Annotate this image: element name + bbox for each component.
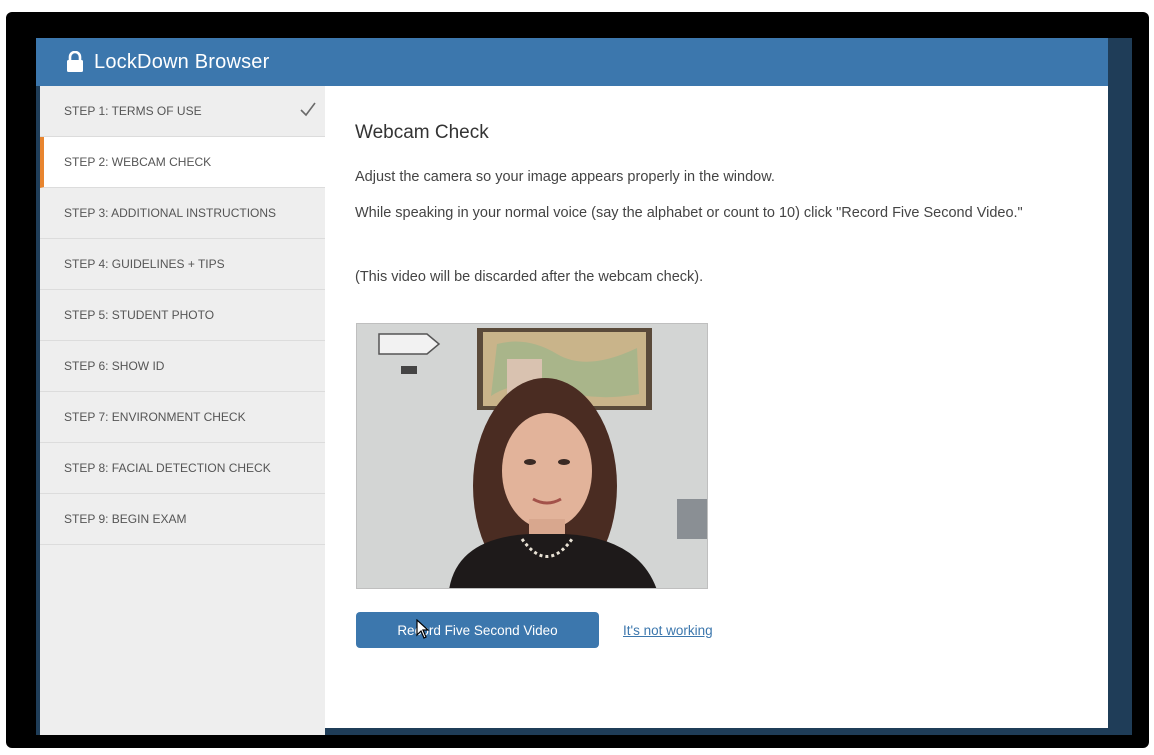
main-content: Webcam Check Adjust the camera so your i… xyxy=(325,86,1108,728)
step-label: STEP 7: ENVIRONMENT CHECK xyxy=(64,410,246,424)
sidebar-item-guidelines-tips[interactable]: STEP 4: GUIDELINES + TIPS xyxy=(40,239,325,290)
step-label: STEP 1: TERMS OF USE xyxy=(64,104,202,118)
page-title: Webcam Check xyxy=(355,122,489,143)
lock-icon xyxy=(66,50,84,73)
sidebar-item-facial-detection-check[interactable]: STEP 8: FACIAL DETECTION CHECK xyxy=(40,443,325,494)
sidebar-item-terms-of-use[interactable]: STEP 1: TERMS OF USE xyxy=(40,86,325,137)
sidebar-item-webcam-check[interactable]: STEP 2: WEBCAM CHECK xyxy=(40,137,325,188)
sidebar-item-additional-instructions[interactable]: STEP 3: ADDITIONAL INSTRUCTIONS xyxy=(40,188,325,239)
sidebar-item-student-photo[interactable]: STEP 5: STUDENT PHOTO xyxy=(40,290,325,341)
mouse-cursor-icon xyxy=(416,618,430,639)
app-title: LockDown Browser xyxy=(94,50,270,73)
its-not-working-link[interactable]: It's not working xyxy=(623,623,713,638)
steps-sidebar: STEP 1: TERMS OF USE STEP 2: WEBCAM CHEC… xyxy=(40,86,325,735)
lockdown-browser-window: LockDown Browser STEP 1: TERMS OF USE ST… xyxy=(36,38,1132,735)
step-label: STEP 6: SHOW ID xyxy=(64,359,165,373)
step-label: STEP 2: WEBCAM CHECK xyxy=(64,155,212,169)
action-row: Record Five Second Video It's not workin… xyxy=(356,612,713,648)
title-bar: LockDown Browser xyxy=(36,38,1108,86)
sidebar-item-show-id[interactable]: STEP 6: SHOW ID xyxy=(40,341,325,392)
window-edge xyxy=(1108,38,1132,735)
step-label: STEP 5: STUDENT PHOTO xyxy=(64,308,215,322)
sidebar-item-begin-exam[interactable]: STEP 9: BEGIN EXAM xyxy=(40,494,325,545)
instruction-discard-note: (This video will be discarded after the … xyxy=(355,269,704,285)
sidebar-item-environment-check[interactable]: STEP 7: ENVIRONMENT CHECK xyxy=(40,392,325,443)
step-label: STEP 3: ADDITIONAL INSTRUCTIONS xyxy=(64,206,277,220)
step-label: STEP 4: GUIDELINES + TIPS xyxy=(64,257,225,271)
step-label: STEP 9: BEGIN EXAM xyxy=(64,512,187,526)
instruction-adjust-camera: Adjust the camera so your image appears … xyxy=(355,169,775,185)
record-five-second-video-button[interactable]: Record Five Second Video xyxy=(356,612,599,648)
step-label: STEP 8: FACIAL DETECTION CHECK xyxy=(64,461,271,475)
instruction-speak: While speaking in your normal voice (say… xyxy=(355,205,1023,221)
checkmark-icon xyxy=(299,100,317,118)
webcam-preview xyxy=(356,323,708,589)
